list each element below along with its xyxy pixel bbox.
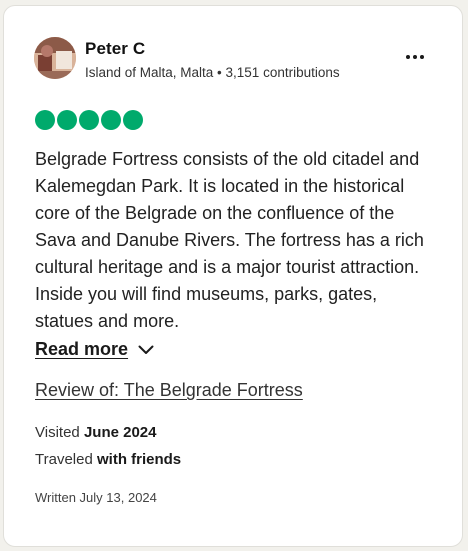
- read-more-label: Read more: [35, 339, 129, 359]
- review-of-link[interactable]: Review of: The Belgrade Fortress: [35, 380, 303, 401]
- author-meta: Island of Malta, Malta • 3,151 contribut…: [85, 65, 340, 80]
- review-header: Peter C Island of Malta, Malta • 3,151 c…: [34, 37, 442, 87]
- traveled-label: Traveled: [35, 451, 93, 468]
- avatar[interactable]: [34, 37, 76, 79]
- visited-value: June 2024: [83, 424, 157, 441]
- more-dots-icon: [420, 55, 424, 59]
- visited-label: Visited: [35, 424, 80, 441]
- review-card: Peter C Island of Malta, Malta • 3,151 c…: [3, 5, 463, 547]
- chevron-down-icon: [138, 345, 154, 354]
- rating-bubble-icon: [79, 110, 99, 130]
- traveled-type: Traveled with friends: [35, 451, 181, 468]
- visited-date: Visited June 2024: [35, 424, 156, 441]
- bubble-rating: [35, 110, 143, 130]
- traveled-value: with friends: [96, 451, 182, 468]
- rating-bubble-icon: [35, 110, 55, 130]
- more-dots-icon: [413, 55, 417, 59]
- rating-bubble-icon: [57, 110, 77, 130]
- more-dots-icon: [406, 55, 410, 59]
- written-date: Written July 13, 2024: [35, 490, 157, 505]
- avatar-photo: [34, 37, 76, 79]
- more-options-button[interactable]: [402, 47, 428, 67]
- rating-bubble-icon: [123, 110, 143, 130]
- author-name[interactable]: Peter C: [85, 39, 145, 59]
- read-more-button[interactable]: Read more: [35, 339, 154, 360]
- rating-bubble-icon: [101, 110, 121, 130]
- review-text: Belgrade Fortress consists of the old ci…: [35, 149, 424, 331]
